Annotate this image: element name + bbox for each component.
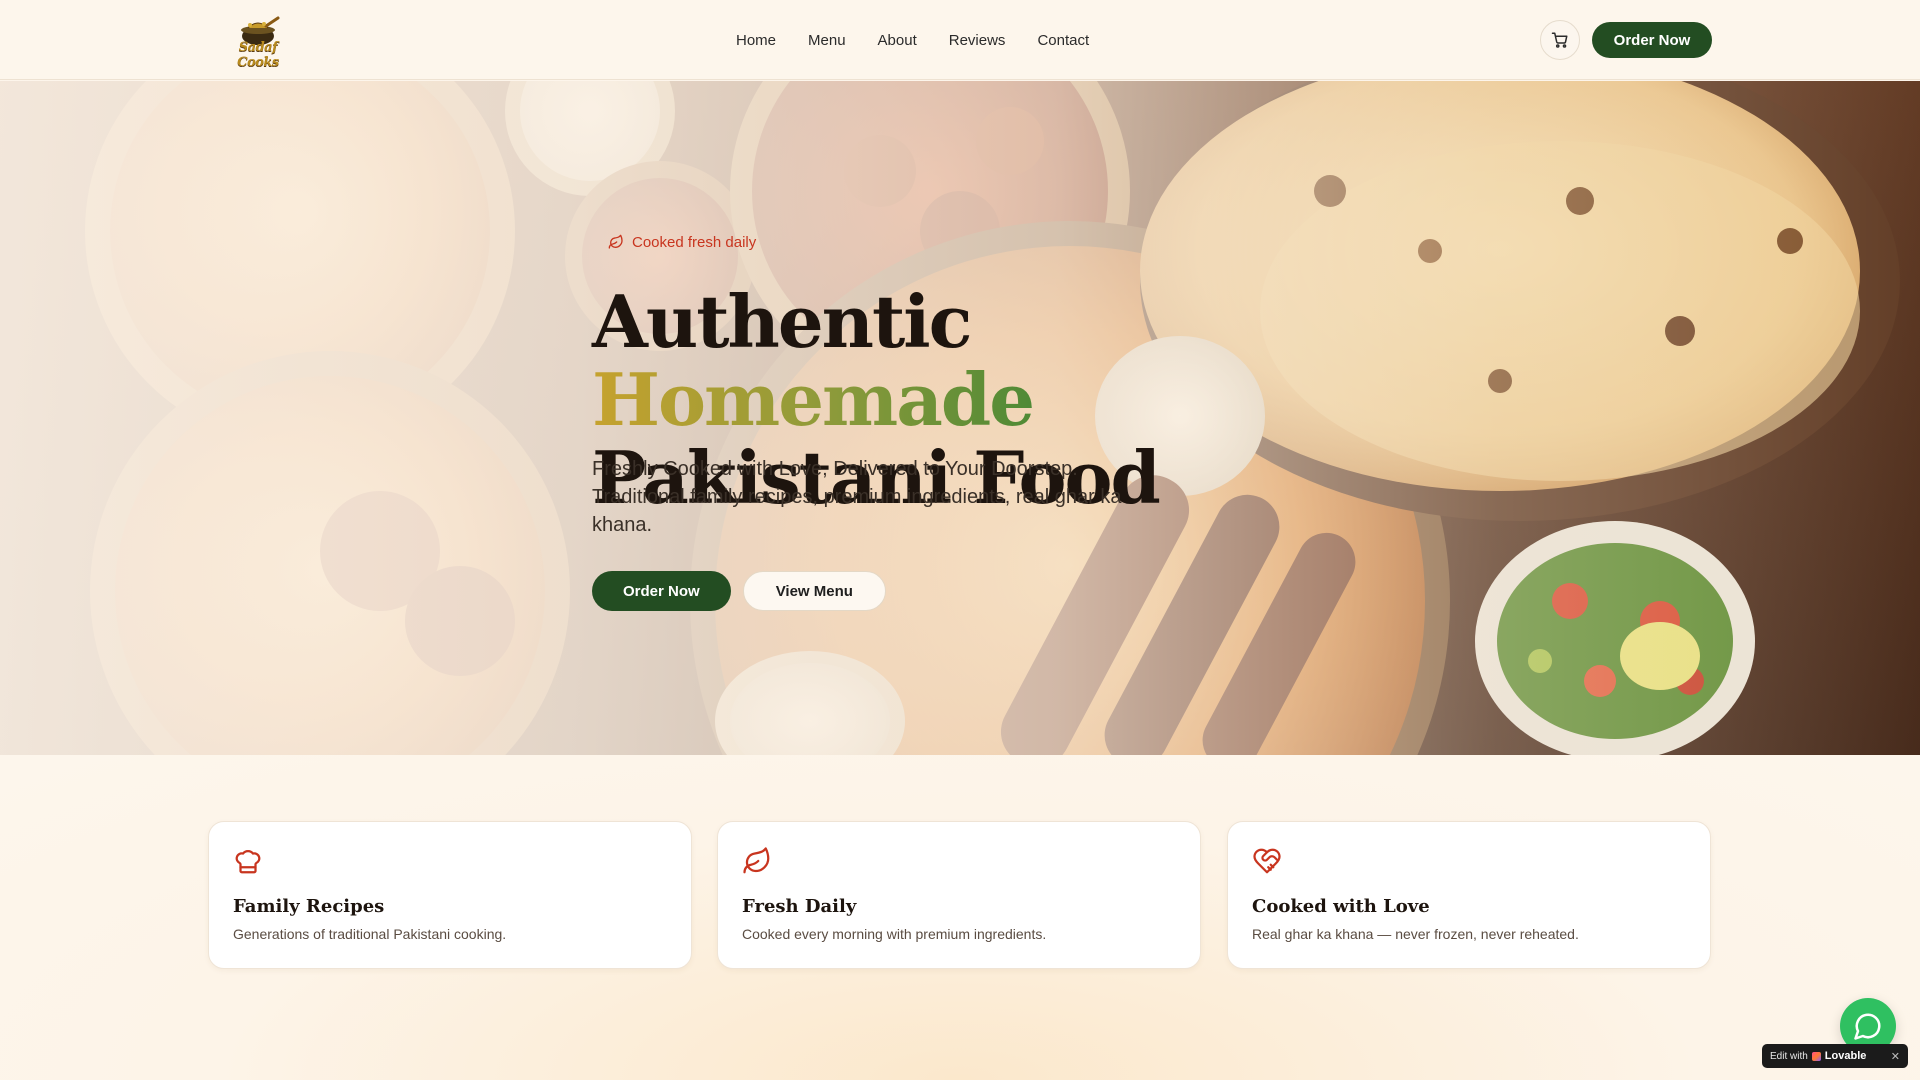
shopping-cart-icon — [1551, 32, 1568, 48]
hero-subtitle: Freshly Cooked with Love, Delivered to Y… — [592, 455, 1172, 539]
feature-title: Family Recipes — [233, 896, 385, 917]
whatsapp-chat-icon — [1854, 1013, 1881, 1040]
lovable-logo-icon — [1811, 1051, 1821, 1061]
hero-content: Cooked fresh daily Authentic Homemade Pak… — [592, 81, 1352, 755]
feature-description: Generations of traditional Pakistani coo… — [233, 926, 507, 942]
order-now-button[interactable]: Order Now — [592, 571, 731, 611]
logo-wordmark: Sadaf Cooks — [237, 40, 279, 70]
order-now-button-header[interactable]: Order Now — [1592, 22, 1712, 58]
hero-buttons: Order Now View Menu — [592, 571, 886, 611]
feature-card-family-recipes: Family Recipes Generations of traditiona… — [208, 821, 692, 969]
title-part1: Authentic — [592, 279, 972, 364]
site-header: Sadaf Cooks Home Menu About Reviews Cont… — [0, 0, 1920, 80]
heart-handshake-icon — [1253, 848, 1281, 874]
nav-menu[interactable]: Menu — [808, 32, 846, 49]
leaf-icon — [608, 234, 623, 249]
feature-title: Cooked with Love — [1252, 896, 1430, 917]
close-icon[interactable]: ✕ — [1891, 1050, 1900, 1063]
badge-text: Cooked fresh daily — [632, 233, 757, 251]
feature-description: Cooked every morning with premium ingred… — [742, 926, 1047, 942]
title-accent: Homemade — [592, 357, 1035, 442]
badge-brand: Lovable — [1824, 1050, 1867, 1062]
nav-contact[interactable]: Contact — [1037, 32, 1089, 49]
nav-reviews[interactable]: Reviews — [949, 32, 1006, 49]
subtitle-line1: Freshly Cooked with Love, Delivered to Y… — [592, 458, 1078, 480]
badge-prefix: Edit with — [1770, 1050, 1808, 1062]
logo[interactable]: Sadaf Cooks — [226, 16, 290, 70]
edit-with-lovable-badge[interactable]: Edit with Lovable ✕ — [1762, 1044, 1908, 1068]
nav-about[interactable]: About — [878, 32, 917, 49]
feature-title: Fresh Daily — [742, 896, 857, 917]
chef-hat-icon — [235, 849, 261, 874]
nav-home[interactable]: Home — [736, 32, 776, 49]
cart-button[interactable] — [1540, 20, 1580, 60]
fresh-badge: Cooked fresh daily — [592, 226, 772, 258]
feature-description: Real ghar ka khana — never frozen, never… — [1252, 926, 1579, 942]
hero-section: Cooked fresh daily Authentic Homemade Pak… — [0, 81, 1920, 755]
view-menu-button[interactable]: View Menu — [742, 571, 886, 611]
feature-card-cooked-with-love: Cooked with Love Real ghar ka khana — ne… — [1227, 821, 1711, 969]
main-nav: Home Menu About Reviews Contact — [736, 28, 1089, 52]
leaf-icon — [743, 847, 770, 874]
feature-card-fresh-daily: Fresh Daily Cooked every morning with pr… — [717, 821, 1201, 969]
subtitle-line2: Traditional family recipes, premium ingr… — [592, 486, 1122, 536]
